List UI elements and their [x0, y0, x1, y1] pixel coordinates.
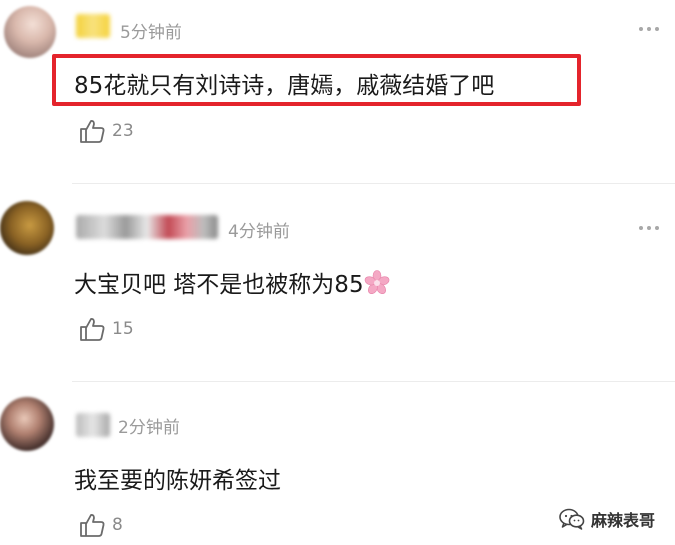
comment-text: 85花就只有刘诗诗，唐嫣，戚薇结婚了吧 [74, 73, 495, 99]
like-count: 15 [112, 319, 134, 339]
comment-text: 大宝贝吧 塔不是也被称为85 [74, 265, 390, 299]
comment-text-body: 大宝贝吧 塔不是也被称为85 [74, 272, 364, 298]
more-dots-icon[interactable] [639, 24, 663, 34]
cherry-blossom-icon [364, 270, 389, 294]
thumbs-up-icon [80, 120, 105, 143]
like-button[interactable]: 15 [78, 315, 134, 343]
comment-divider [72, 381, 675, 382]
watermark-text: 麻辣表哥 [590, 511, 655, 530]
wechat-icon [559, 508, 585, 530]
username-blurred[interactable] [76, 14, 110, 38]
thumbs-up-icon [80, 514, 105, 537]
avatar[interactable] [0, 201, 54, 255]
comment-time: 2分钟前 [118, 418, 180, 438]
username-blurred[interactable] [76, 413, 110, 437]
watermark: 麻辣表哥 [559, 507, 655, 531]
comment-item: 5分钟前 85花就只有刘诗诗，唐嫣，戚薇结婚了吧 23 [0, 0, 675, 170]
comment-time: 5分钟前 [120, 23, 182, 43]
avatar[interactable] [0, 397, 54, 451]
comment-divider [72, 183, 675, 184]
like-button[interactable]: 8 [78, 511, 123, 539]
avatar[interactable] [4, 6, 56, 58]
more-dots-icon[interactable] [639, 223, 663, 233]
thumbs-up-icon [80, 318, 105, 341]
like-button[interactable]: 23 [78, 117, 134, 145]
comment-text: 我至要的陈妍希签过 [74, 468, 281, 494]
comment-time: 4分钟前 [228, 222, 290, 242]
like-count: 8 [112, 515, 123, 535]
username-blurred[interactable] [76, 215, 218, 239]
like-count: 23 [112, 121, 134, 141]
comment-item: 4分钟前 大宝贝吧 塔不是也被称为85 15 [0, 185, 675, 375]
